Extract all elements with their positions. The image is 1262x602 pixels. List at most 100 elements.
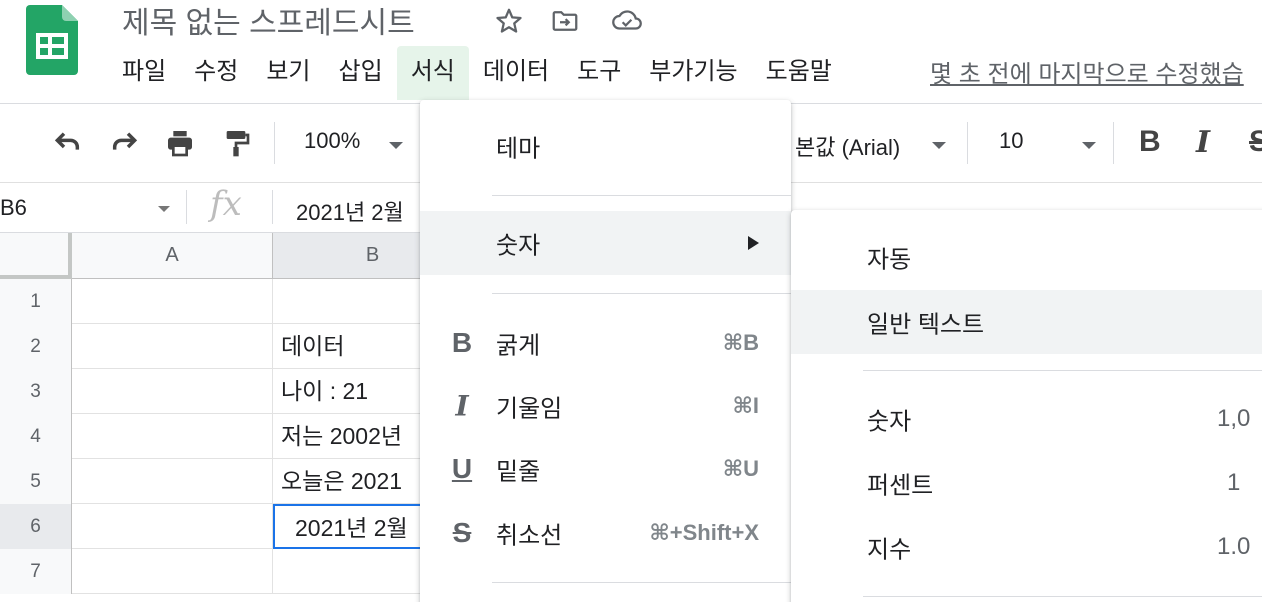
spreadsheet-grid: A B 1 2 데이터 3 나이 : 21 4 저는 2002년 5 오늘은 2… — [0, 233, 420, 602]
menu-bar: 파일 수정 보기 삽입 서식 데이터 도구 부가기능 도움말 — [108, 46, 846, 100]
select-all-corner[interactable] — [0, 233, 72, 279]
row-header[interactable]: 3 — [0, 369, 72, 414]
number-format-auto[interactable]: 자동 — [791, 225, 1262, 289]
column-header-b[interactable]: B — [273, 233, 420, 279]
row-header[interactable]: 5 — [0, 459, 72, 504]
number-format-submenu: 자동 일반 텍스트 숫자 1,0 퍼센트 1 지수 1.0 — [791, 210, 1262, 602]
menu-tools[interactable]: 도구 — [563, 46, 635, 100]
bold-icon: B — [451, 327, 473, 358]
menu-addons[interactable]: 부가기능 — [635, 46, 751, 100]
toolbar-separator — [967, 122, 968, 164]
menu-file[interactable]: 파일 — [108, 46, 180, 100]
format-menu-strikethrough[interactable]: S 취소선 ⌘+Shift+X — [420, 501, 791, 565]
last-edit-link[interactable]: 몇 초 전에 마지막으로 수정했습 — [930, 54, 1244, 89]
row-header[interactable]: 1 — [0, 279, 72, 324]
cell-a6[interactable] — [72, 504, 273, 549]
font-size-dropdown-icon[interactable] — [1082, 142, 1096, 149]
format-example: 1,0 — [1217, 405, 1251, 432]
sheets-logo-icon[interactable] — [26, 5, 78, 75]
menu-item-label: 자동 — [867, 246, 912, 274]
cell-a2[interactable] — [72, 324, 273, 369]
format-menu-italic[interactable]: I 기울임 ⌘I — [420, 374, 791, 438]
font-select[interactable]: 본값 (Arial) — [795, 130, 900, 162]
move-to-folder-icon[interactable] — [550, 6, 580, 36]
menu-help[interactable]: 도움말 — [752, 46, 846, 100]
cell-b2[interactable]: 데이터 — [273, 324, 420, 369]
cell-b5[interactable]: 오늘은 2021 — [273, 459, 420, 504]
menu-data[interactable]: 데이터 — [469, 46, 563, 100]
format-menu-theme[interactable]: 테마 — [420, 114, 791, 178]
cell-a7[interactable] — [72, 549, 273, 594]
underline-icon: U — [451, 453, 473, 484]
italic-button[interactable]: I — [1196, 125, 1210, 160]
table-row: 7 — [0, 549, 420, 594]
number-format-number[interactable]: 숫자 1,0 — [791, 387, 1262, 451]
document-title[interactable]: 제목 없는 스프레드시트 — [122, 0, 415, 42]
paint-format-icon[interactable] — [218, 127, 254, 159]
row-header[interactable]: 4 — [0, 414, 72, 459]
row-header[interactable]: 6 — [0, 504, 72, 549]
format-example: 1 — [1227, 469, 1241, 496]
toolbar-separator — [274, 122, 275, 164]
cloud-saved-icon[interactable] — [610, 6, 644, 36]
font-size-select[interactable]: 10 — [999, 128, 1023, 154]
cell-b6-selected[interactable]: 2021년 2월 — [273, 504, 420, 549]
column-header-a[interactable]: A — [72, 233, 273, 279]
table-row: 3 나이 : 21 — [0, 369, 420, 414]
formula-separator — [186, 190, 187, 224]
formula-input[interactable]: 2021년 2월 — [296, 195, 404, 227]
table-row: 6 2021년 2월 — [0, 504, 420, 549]
formula-separator — [272, 190, 273, 224]
cell-b1[interactable] — [273, 279, 420, 324]
font-dropdown-icon[interactable] — [932, 142, 946, 149]
menu-shortcut: ⌘I — [732, 393, 759, 418]
menu-item-label: 숫자 — [867, 408, 912, 436]
table-row: 4 저는 2002년 — [0, 414, 420, 459]
menu-shortcut: ⌘+Shift+X — [649, 520, 759, 545]
strikethrough-icon: S — [452, 517, 472, 548]
cell-b7[interactable] — [273, 549, 420, 594]
format-menu-bold[interactable]: B 굵게 ⌘B — [420, 311, 791, 375]
table-row: 5 오늘은 2021 — [0, 459, 420, 504]
menu-format[interactable]: 서식 — [396, 46, 469, 100]
format-menu-number[interactable]: 숫자 — [420, 211, 791, 275]
menu-edit[interactable]: 수정 — [180, 46, 252, 100]
cell-b4[interactable]: 저는 2002년 — [273, 414, 420, 459]
menu-item-label: 지수 — [867, 536, 912, 564]
row-header[interactable]: 2 — [0, 324, 72, 369]
number-format-plain-text[interactable]: 일반 텍스트 — [791, 290, 1262, 354]
zoom-select[interactable]: 100% — [304, 128, 360, 154]
row-header[interactable]: 7 — [0, 549, 72, 594]
menu-item-label: 취소선 — [496, 522, 563, 550]
menu-divider — [863, 370, 1262, 371]
menu-item-label: 테마 — [496, 135, 541, 163]
star-icon[interactable] — [494, 6, 524, 36]
name-box-dropdown-icon[interactable] — [158, 206, 170, 212]
bold-button[interactable]: B — [1139, 125, 1161, 159]
menu-item-label: 밑줄 — [496, 458, 541, 486]
undo-icon[interactable] — [50, 127, 86, 159]
zoom-dropdown-icon[interactable] — [389, 142, 403, 149]
cell-a5[interactable] — [72, 459, 273, 504]
menu-item-label: 굵게 — [496, 332, 541, 360]
fx-icon: fx — [210, 184, 242, 224]
redo-icon[interactable] — [106, 127, 142, 159]
strikethrough-button[interactable]: S — [1249, 125, 1262, 159]
menu-view[interactable]: 보기 — [252, 46, 324, 100]
number-format-percent[interactable]: 퍼센트 1 — [791, 451, 1262, 515]
italic-icon: I — [455, 389, 469, 423]
cell-a1[interactable] — [72, 279, 273, 324]
menu-insert[interactable]: 삽입 — [325, 46, 397, 100]
name-box[interactable]: B6 — [0, 195, 27, 221]
cell-a3[interactable] — [72, 369, 273, 414]
format-example: 1.0 — [1217, 533, 1251, 560]
submenu-arrow-icon — [748, 236, 759, 250]
format-menu-underline[interactable]: U 밑줄 ⌘U — [420, 437, 791, 501]
menu-divider — [492, 293, 791, 294]
menu-item-label: 일반 텍스트 — [867, 311, 985, 339]
cell-b3[interactable]: 나이 : 21 — [273, 369, 420, 414]
print-icon[interactable] — [162, 127, 198, 159]
number-format-scientific[interactable]: 지수 1.0 — [791, 515, 1262, 579]
menu-shortcut: ⌘U — [722, 456, 759, 481]
cell-a4[interactable] — [72, 414, 273, 459]
